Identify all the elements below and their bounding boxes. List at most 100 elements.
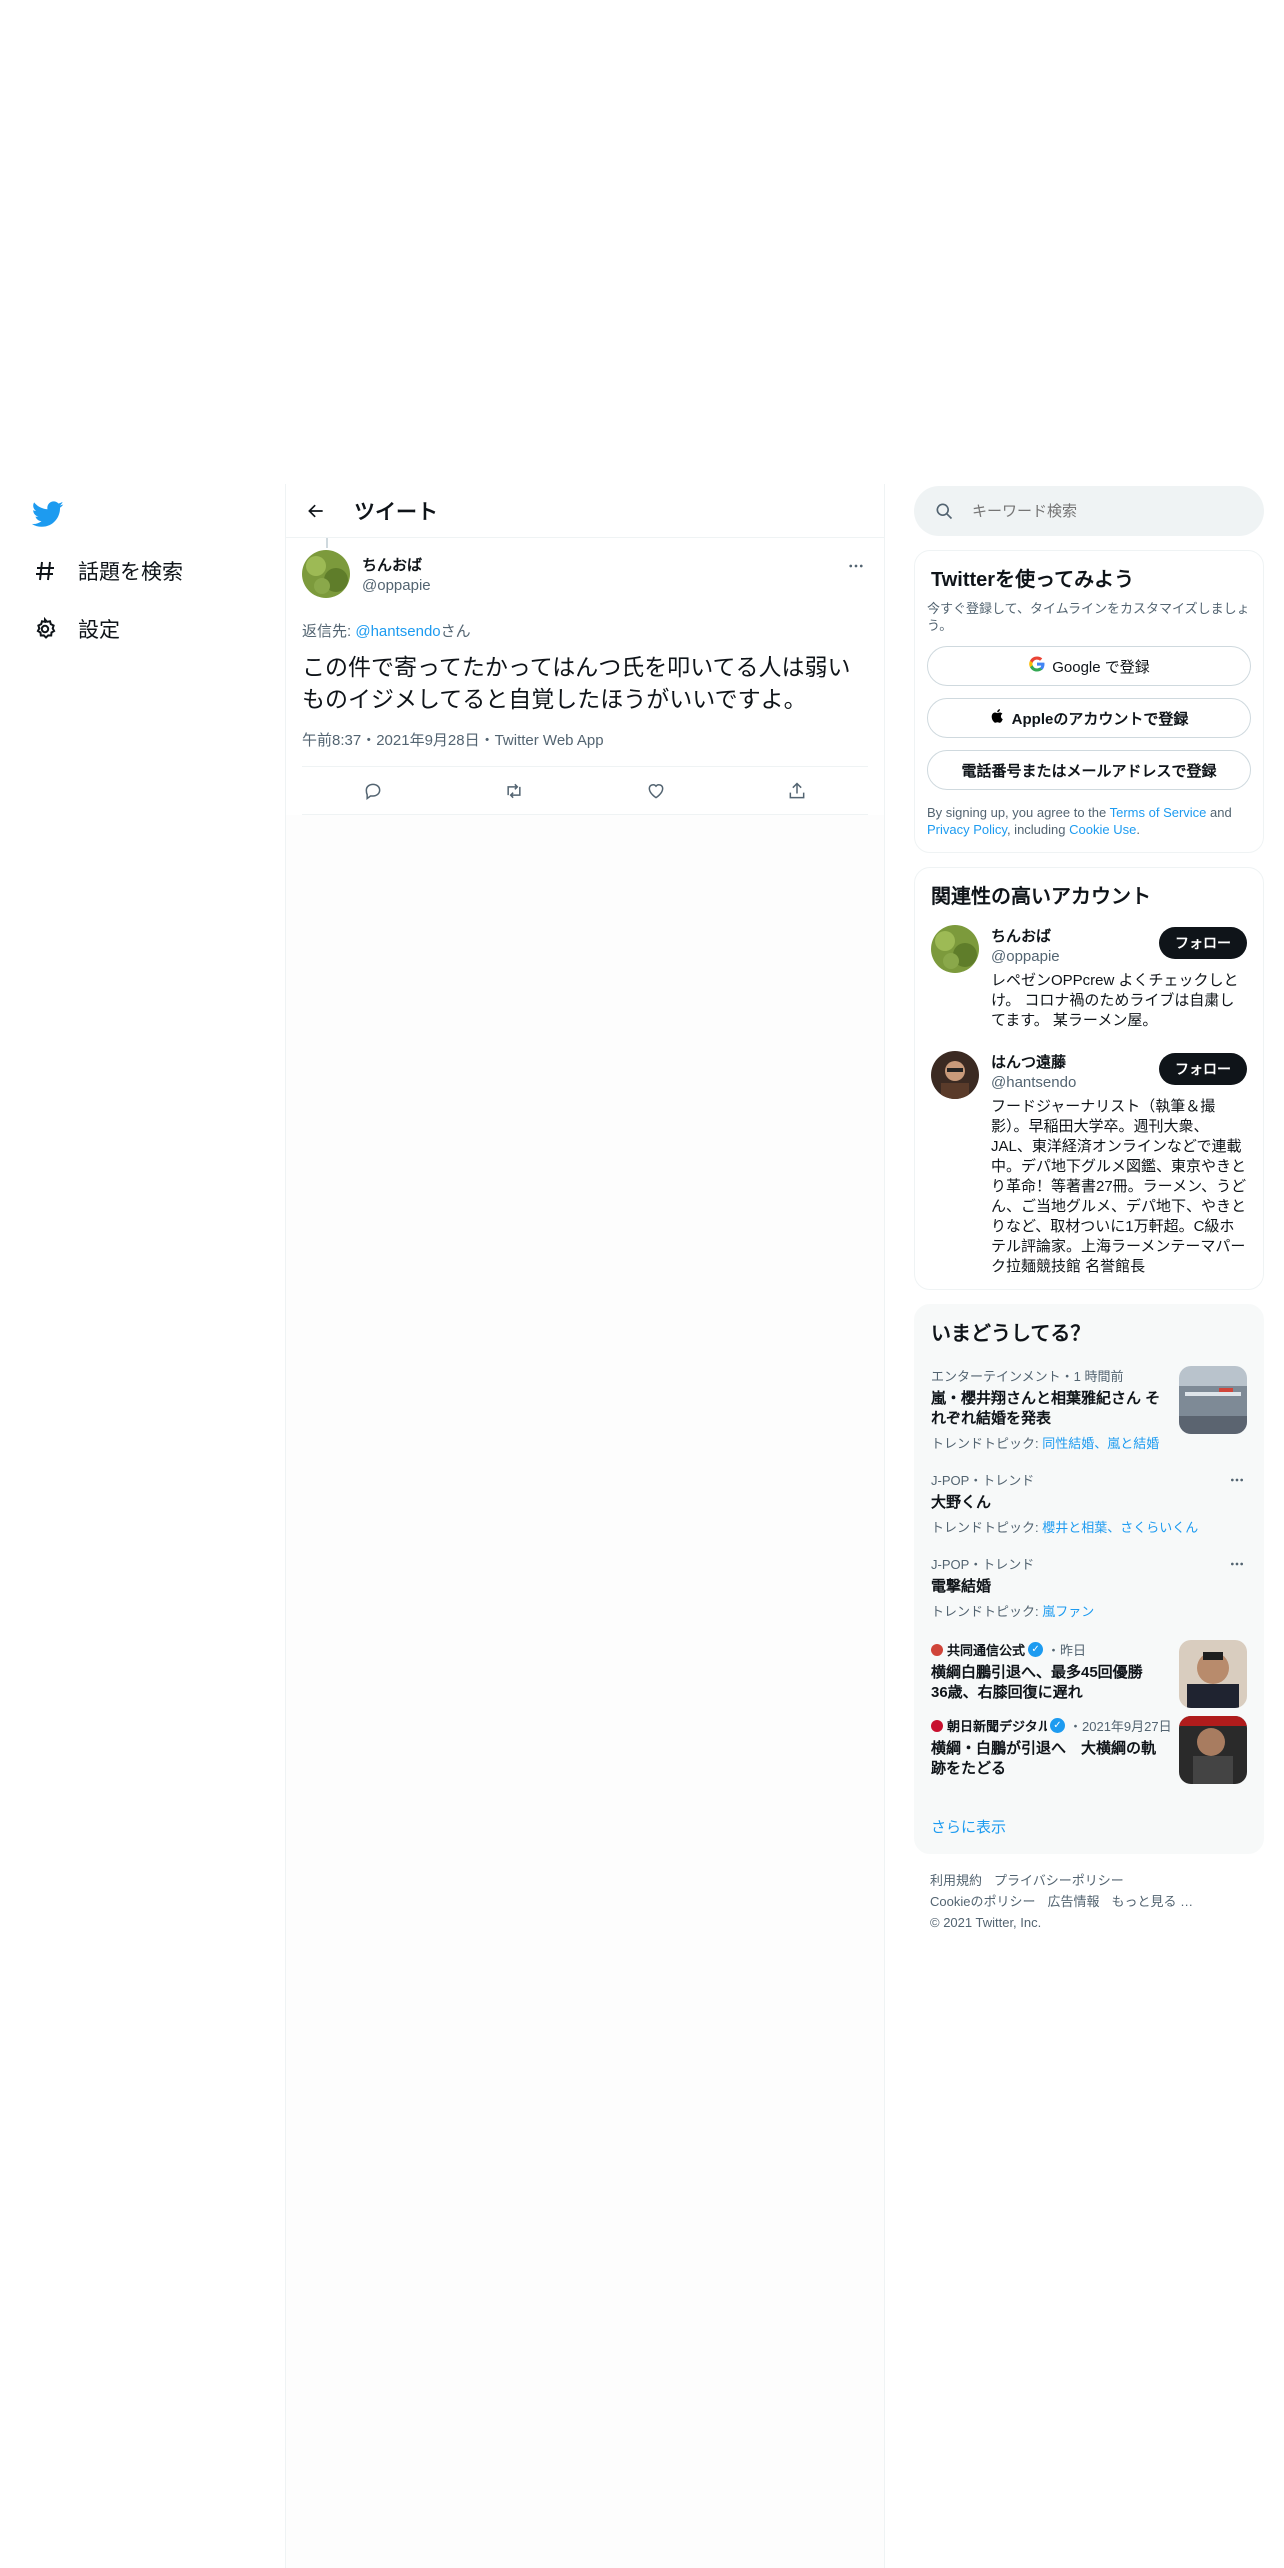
- ellipsis-icon: [1231, 1478, 1243, 1482]
- trend-item[interactable]: J-POP・トレンド 大野くん トレンドトピック: 櫻井と相葉、さくらいくん: [915, 1452, 1263, 1536]
- share-button[interactable]: [779, 773, 815, 809]
- footer-terms-link[interactable]: 利用規約: [930, 1873, 982, 1888]
- news-source-logo: [931, 1643, 943, 1656]
- blank-top-area: [0, 0, 1284, 484]
- trend-topic-link[interactable]: 嵐ファン: [1042, 1604, 1094, 1619]
- signup-card: Twitterを使ってみよう 今すぐ登録して、タイムラインをカスタマイズしましょ…: [914, 550, 1264, 853]
- cookie-use-link[interactable]: Cookie Use: [1069, 822, 1136, 837]
- trend-item[interactable]: エンターテインメント・1 時間前 嵐・櫻井翔さんと相葉雅紀さん それぞれ結婚を発…: [915, 1354, 1263, 1452]
- footer-ads-link[interactable]: 広告情報: [1047, 1894, 1099, 1909]
- page-title: ツイート: [354, 500, 438, 524]
- terms-text: and: [1206, 805, 1232, 820]
- who-to-follow-title: 関連性の高いアカウント: [931, 886, 1151, 908]
- nav-item-explore[interactable]: 話題を検索: [32, 556, 183, 586]
- avatar[interactable]: [302, 550, 350, 598]
- main-column: ツイート ちんおば @oppapie 返信先: @hantsendoさん この件…: [285, 484, 885, 2568]
- account-row[interactable]: はんつ遠藤 @hantsendo フードジャーナリスト（執筆＆撮影）。早稲田大学…: [915, 1031, 1263, 1277]
- more-options-button[interactable]: [844, 554, 868, 578]
- news-thumbnail: [1179, 1640, 1247, 1708]
- news-time: ・昨日: [1047, 1643, 1087, 1658]
- trend-more-button[interactable]: [1227, 1470, 1247, 1490]
- footer-privacy-link[interactable]: プライバシーポリシー: [994, 1873, 1124, 1888]
- tweet-author-row: ちんおば @oppapie: [302, 538, 868, 598]
- trends-card: いまどうしてる？ エンターテインメント・1 時間前 嵐・櫻井翔さんと相葉雅紀さん…: [914, 1304, 1264, 1854]
- ellipsis-icon: [849, 564, 863, 568]
- trend-meta: J-POP・トレンド: [931, 1473, 1035, 1488]
- footer-cookie-link[interactable]: Cookieのポリシー: [930, 1894, 1035, 1909]
- trend-topics-label: トレンドトピック:: [931, 1436, 1043, 1451]
- apple-icon: [990, 707, 1006, 729]
- trends-title: いまどうしてる？: [931, 1323, 1091, 1345]
- account-bio: フードジャーナリスト（執筆＆撮影）。早稲田大学卒。週刊大衆、JAL、東洋経済オン…: [991, 1098, 1247, 1275]
- news-source-name: 共同通信公式: [947, 1643, 1026, 1658]
- verified-badge-icon: ✓: [1028, 1642, 1044, 1657]
- phone-email-signup-label: 電話番号またはメールアドレスで登録: [961, 762, 1217, 780]
- trend-topic-link[interactable]: 同性結婚、嵐と結婚: [1042, 1436, 1159, 1451]
- reply-icon: [365, 783, 381, 800]
- terms-text: .: [1136, 822, 1140, 837]
- reply-button[interactable]: [355, 773, 391, 809]
- tweet-actions: [302, 767, 868, 815]
- terms-text: By signing up, you agree to the: [927, 805, 1110, 820]
- google-icon: [1028, 655, 1046, 677]
- tweet-detail: ちんおば @oppapie 返信先: @hantsendoさん この件で寄ってた…: [286, 538, 884, 815]
- arrow-left-icon: [308, 504, 323, 517]
- news-item[interactable]: 共同通信公式 ✓ ・昨日 横綱白鵬引退へ、最多45回優勝 36歳、右膝回復に遅れ: [915, 1620, 1263, 1712]
- trend-more-button[interactable]: [1227, 1554, 1247, 1574]
- follow-button[interactable]: フォロー: [1159, 1053, 1247, 1085]
- nav-explore-label: 話題を検索: [78, 561, 183, 584]
- like-button[interactable]: [638, 773, 674, 809]
- phone-email-signup-button[interactable]: 電話番号またはメールアドレスで登録: [927, 750, 1251, 790]
- retweet-button[interactable]: [496, 773, 532, 809]
- account-row[interactable]: ちんおば @oppapie レペゼンOPPcrew よくチェックしとけ。 コロナ…: [915, 909, 1263, 1031]
- nav-item-settings[interactable]: 設定: [32, 614, 120, 644]
- avatar[interactable]: [931, 1051, 979, 1099]
- news-title: 横綱白鵬引退へ、最多45回優勝 36歳、右膝回復に遅れ: [931, 1664, 1143, 1701]
- signup-subtitle: 今すぐ登録して、タイムラインをカスタマイズしましょう。: [927, 601, 1250, 633]
- news-thumbnail: [1179, 1716, 1247, 1784]
- back-button[interactable]: [298, 493, 334, 529]
- hashtag-icon: [32, 558, 58, 584]
- trend-thumbnail: [1179, 1366, 1247, 1434]
- trend-meta: J-POP・トレンド: [931, 1557, 1035, 1572]
- account-bio: レペゼンOPPcrew よくチェックしとけ。 コロナ禍のためライブは自粛してます…: [991, 972, 1239, 1029]
- avatar[interactable]: [931, 925, 979, 973]
- trend-topics: トレンドトピック: 嵐ファン: [931, 1601, 1247, 1620]
- tweet-text: この件で寄ってたかってはんつ氏を叩いてる人は弱いものイジメしてると自覚したほうが…: [302, 654, 851, 712]
- google-signup-button[interactable]: Google で登録: [927, 646, 1251, 686]
- privacy-policy-link[interactable]: Privacy Policy: [927, 822, 1007, 837]
- trend-topics: トレンドトピック: 櫻井と相葉、さくらいくん: [931, 1517, 1247, 1536]
- news-item[interactable]: 朝日新聞デジタル ✓ ・2021年9月27日 横綱・白鵬が引退へ 大横綱の軌跡を…: [915, 1712, 1263, 1796]
- trend-item[interactable]: J-POP・トレンド 電撃結婚 トレンドトピック: 嵐ファン: [915, 1536, 1263, 1620]
- verified-badge-icon: ✓: [1050, 1718, 1065, 1733]
- news-title: 横綱・白鵬が引退へ 大横綱の軌跡をたどる: [931, 1740, 1157, 1777]
- reply-handle-link[interactable]: @hantsendo: [355, 623, 440, 640]
- search-input[interactable]: [972, 502, 1212, 520]
- column-header: ツイート: [286, 484, 884, 538]
- tweet-timestamp[interactable]: 午前8:37・2021年9月28日・Twitter Web App: [302, 729, 868, 767]
- news-source-name: 朝日新聞デジタル: [947, 1719, 1047, 1734]
- news-time: ・2021年9月27日: [1069, 1719, 1172, 1734]
- trend-topics-label: トレンドトピック:: [931, 1604, 1043, 1619]
- follow-button[interactable]: フォロー: [1159, 927, 1247, 959]
- author-handle[interactable]: @oppapie: [362, 577, 431, 594]
- who-to-follow-card: 関連性の高いアカウント ちんおば @oppapie レペゼンOPPcrew よく…: [914, 867, 1264, 1290]
- apple-signup-button[interactable]: Appleのアカウントで登録: [927, 698, 1251, 738]
- terms-text: , including: [1006, 822, 1070, 837]
- trend-title: 大野くん: [931, 1494, 992, 1511]
- footer-copyright: © 2021 Twitter, Inc.: [930, 1915, 1042, 1930]
- reply-prefix: 返信先:: [302, 623, 356, 640]
- reply-to: 返信先: @hantsendoさん: [302, 620, 868, 641]
- gear-icon: [32, 616, 58, 642]
- reply-suffix: さん: [440, 623, 471, 640]
- trend-topics-label: トレンドトピック:: [931, 1520, 1043, 1535]
- retweet-icon: [507, 783, 521, 798]
- author-name[interactable]: ちんおば: [362, 554, 431, 575]
- twitter-bird-icon[interactable]: [31, 498, 64, 530]
- search-bar[interactable]: [914, 486, 1264, 536]
- trend-topic-link[interactable]: 櫻井と相葉、さくらいくん: [1042, 1520, 1198, 1535]
- show-more-link[interactable]: さらに表示: [915, 1796, 1263, 1853]
- search-icon: [936, 503, 953, 520]
- footer-more-link[interactable]: もっと見る …: [1111, 1894, 1193, 1909]
- terms-of-service-link[interactable]: Terms of Service: [1110, 805, 1207, 820]
